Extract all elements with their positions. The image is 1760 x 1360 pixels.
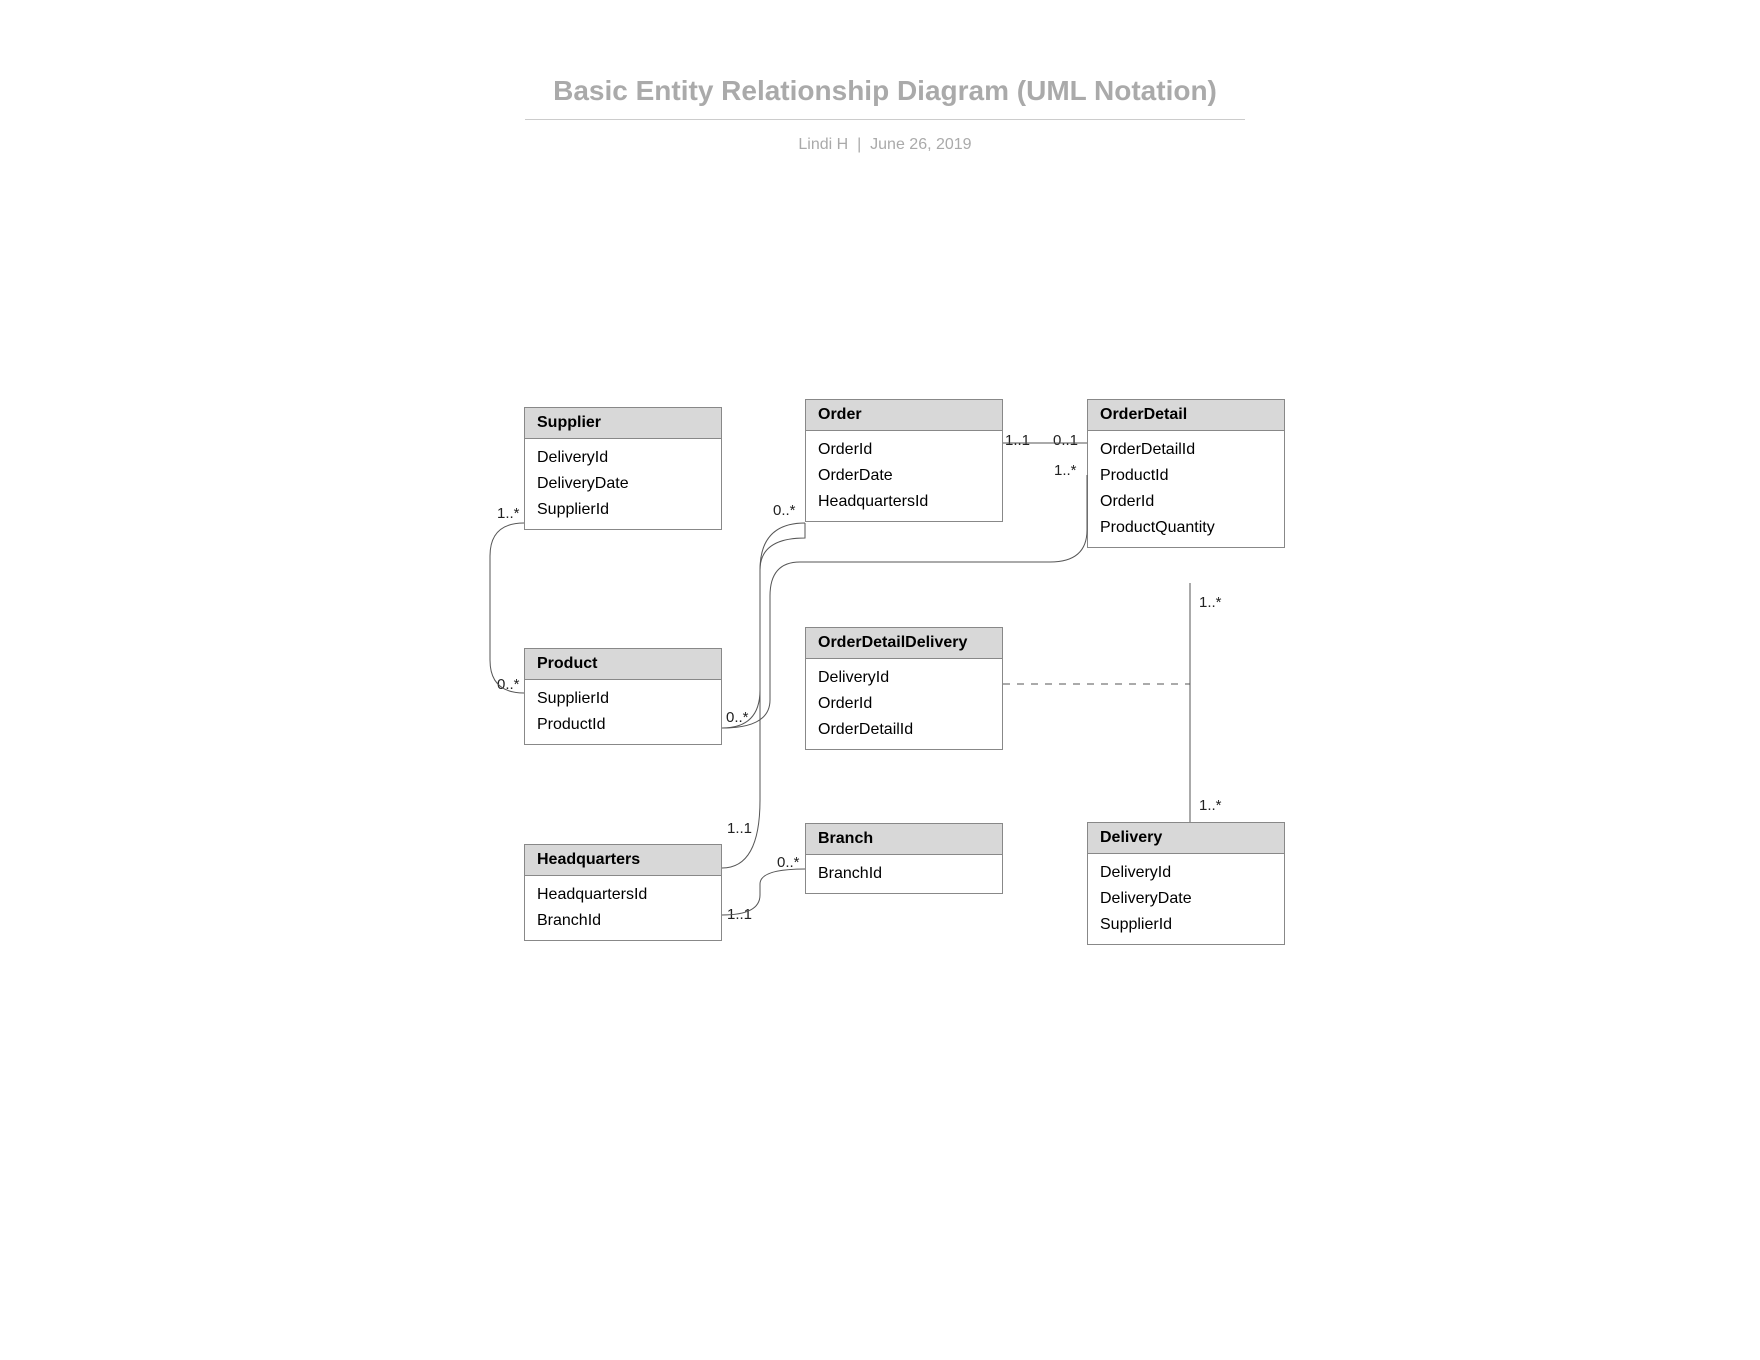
entity-orderdetail-attr: ProductId bbox=[1100, 463, 1272, 489]
entity-order-name: Order bbox=[806, 400, 1002, 431]
entity-order: Order OrderId OrderDate HeadquartersId bbox=[805, 399, 1003, 522]
mult-order-product-top: 0..* bbox=[773, 502, 796, 519]
entity-product-attr: SupplierId bbox=[537, 686, 709, 712]
entity-headquarters-name: Headquarters bbox=[525, 845, 721, 876]
diagram-title: Basic Entity Relationship Diagram (UML N… bbox=[525, 75, 1245, 107]
mult-order-product-bot: 0..* bbox=[726, 709, 749, 726]
entity-delivery-attr: DeliveryId bbox=[1100, 860, 1272, 886]
entity-product: Product SupplierId ProductId bbox=[524, 648, 722, 745]
mult-hq-order-11b: 1..1 bbox=[727, 906, 752, 923]
entity-delivery: Delivery DeliveryId DeliveryDate Supplie… bbox=[1087, 822, 1285, 945]
entity-supplier-attr: DeliveryId bbox=[537, 445, 709, 471]
entity-delivery-name: Delivery bbox=[1088, 823, 1284, 854]
entity-orderdetail-attr: OrderDetailId bbox=[1100, 437, 1272, 463]
title-area: Basic Entity Relationship Diagram (UML N… bbox=[525, 75, 1245, 154]
entity-orderdetaildelivery-attr: OrderDetailId bbox=[818, 717, 990, 743]
entity-order-attr: OrderDate bbox=[818, 463, 990, 489]
entity-supplier: Supplier DeliveryId DeliveryDate Supplie… bbox=[524, 407, 722, 530]
entity-supplier-name: Supplier bbox=[525, 408, 721, 439]
diagram-subtitle: Lindi H | June 26, 2019 bbox=[525, 136, 1245, 154]
entity-orderdetaildelivery: OrderDetailDelivery DeliveryId OrderId O… bbox=[805, 627, 1003, 750]
mult-supplier-product-bot: 0..* bbox=[497, 676, 520, 693]
entity-branch-attr: BranchId bbox=[818, 861, 990, 887]
mult-od-deliv-top: 1..* bbox=[1199, 594, 1222, 611]
mult-hq-order-11a: 1..1 bbox=[727, 820, 752, 837]
entity-supplier-attr: SupplierId bbox=[537, 497, 709, 523]
author: Lindi H bbox=[798, 136, 848, 153]
entity-headquarters-attr: HeadquartersId bbox=[537, 882, 709, 908]
entity-delivery-attr: DeliveryDate bbox=[1100, 886, 1272, 912]
entity-orderdetail-attr: ProductQuantity bbox=[1100, 515, 1272, 541]
mult-order-od-2: 0..1 bbox=[1053, 432, 1078, 449]
entity-orderdetaildelivery-attr: OrderId bbox=[818, 691, 990, 717]
entity-branch: Branch BranchId bbox=[805, 823, 1003, 894]
entity-headquarters: Headquarters HeadquartersId BranchId bbox=[524, 844, 722, 941]
mult-branch-0: 0..* bbox=[777, 854, 800, 871]
mult-supplier-product-top: 1..* bbox=[497, 505, 520, 522]
date: June 26, 2019 bbox=[870, 136, 971, 153]
entity-orderdetaildelivery-name: OrderDetailDelivery bbox=[806, 628, 1002, 659]
mult-od-deliv-bot: 1..* bbox=[1199, 797, 1222, 814]
entity-order-attr: HeadquartersId bbox=[818, 489, 990, 515]
entity-orderdetail: OrderDetail OrderDetailId ProductId Orde… bbox=[1087, 399, 1285, 548]
entity-headquarters-attr: BranchId bbox=[537, 908, 709, 934]
mult-order-od-1: 1..1 bbox=[1005, 432, 1030, 449]
title-rule bbox=[525, 119, 1245, 120]
entity-product-attr: ProductId bbox=[537, 712, 709, 738]
entity-orderdetaildelivery-attr: DeliveryId bbox=[818, 665, 990, 691]
mult-od-1s: 1..* bbox=[1054, 462, 1077, 479]
entity-orderdetail-name: OrderDetail bbox=[1088, 400, 1284, 431]
entity-delivery-attr: SupplierId bbox=[1100, 912, 1272, 938]
entity-product-name: Product bbox=[525, 649, 721, 680]
entity-order-attr: OrderId bbox=[818, 437, 990, 463]
entity-branch-name: Branch bbox=[806, 824, 1002, 855]
entity-orderdetail-attr: OrderId bbox=[1100, 489, 1272, 515]
entity-supplier-attr: DeliveryDate bbox=[537, 471, 709, 497]
